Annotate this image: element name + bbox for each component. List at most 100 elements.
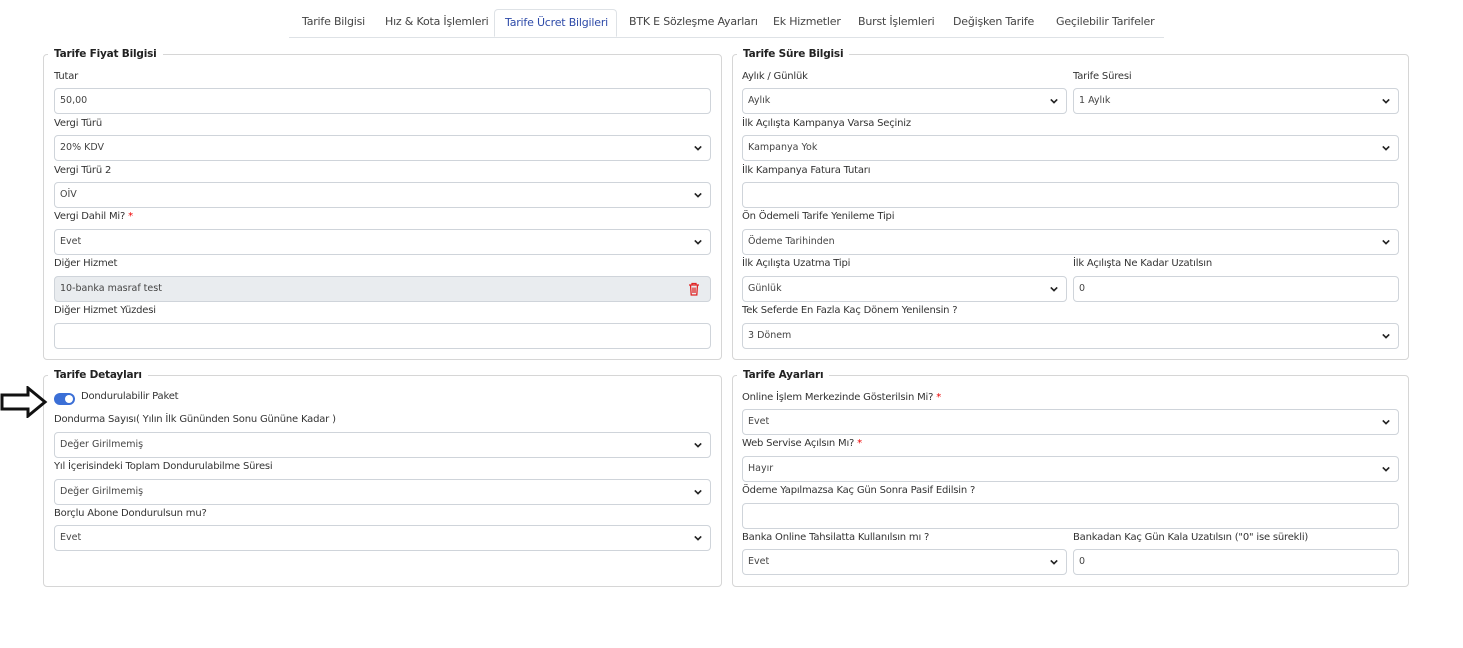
tab-degisken[interactable]: Değişken Tarife [943,9,1044,37]
uzatma-tipi-select[interactable]: Günlük [742,276,1067,302]
tutar-label: Tutar [54,71,79,82]
toggle-knob [65,395,73,403]
dondurma-sayisi-value: Değer Girilmemiş [60,439,144,450]
diger-hizmet-value: 10-banka masraf test [60,283,162,294]
bankadan-gun-input[interactable]: 0 [1073,549,1399,575]
web-servis-value: Hayır [748,463,774,474]
dondurma-sayisi-label: Dondurma Sayısı( Yılın İlk Gününden Sonu… [54,414,336,425]
chevron-down-icon [1382,419,1390,425]
online-value: Evet [748,416,770,427]
vergi-turu-value: 20% KDV [60,142,105,153]
diger-hizmet-field: 10-banka masraf test [54,276,711,302]
vergi-turu2-value: OİV [60,189,77,200]
aylik-gunluk-label: Aylık / Günlük [742,71,808,82]
banka-online-label: Banka Online Tahsilatta Kullanılsın mı ? [742,532,930,543]
tarife-ayarlar-legend: Tarife Ayarları [743,369,824,381]
chevron-down-icon [694,192,702,198]
donem-select[interactable]: 3 Dönem [742,323,1399,349]
toplam-sure-value: Değer Girilmemiş [60,486,144,497]
kampanya-fatura-label: İlk Kampanya Fatura Tutarı [742,165,871,176]
required-mark: * [857,438,862,449]
online-label-text: Online İşlem Merkezinde Gösterilsin Mi? [742,392,934,403]
uzatma-kadar-value: 0 [1079,283,1086,294]
yenileme-tipi-select[interactable]: Ödeme Tarihinden [742,229,1399,255]
vergi-dahil-value: Evet [60,236,82,247]
tarife-fiyat-legend: Tarife Fiyat Bilgisi [54,48,157,60]
required-mark: * [128,211,133,222]
web-servis-select[interactable]: Hayır [742,456,1399,482]
uzatma-kadar-label: İlk Açılışta Ne Kadar Uzatılsın [1073,258,1213,269]
chevron-down-icon [1050,98,1058,104]
vergi-turu-select[interactable]: 20% KDV [54,135,711,161]
tarife-detay-legend: Tarife Detayları [54,369,142,381]
chevron-down-icon [1382,145,1390,151]
donem-label: Tek Seferde En Fazla Kaç Dönem Yenilensi… [742,305,958,316]
tab-tarife-ucret[interactable]: Tarife Ücret Bilgileri [494,9,617,37]
chevron-down-icon [1050,286,1058,292]
toplam-sure-select[interactable]: Değer Girilmemiş [54,479,711,505]
tab-ek-hizmetler[interactable]: Ek Hizmetler [763,9,851,37]
tarife-suresi-value: 1 Aylık [1079,95,1111,106]
diger-yuzde-input[interactable] [54,323,711,349]
tab-burst[interactable]: Burst İşlemleri [848,9,945,37]
chevron-down-icon [1382,239,1390,245]
banka-online-value: Evet [748,556,770,567]
online-label: Online İşlem Merkezinde Gösterilsin Mi? … [742,392,941,403]
vergi-turu2-label: Vergi Türü 2 [54,165,112,176]
chevron-down-icon [694,239,702,245]
diger-yuzde-label: Diğer Hizmet Yüzdesi [54,305,156,316]
aylik-gunluk-select[interactable]: Aylık [742,88,1067,114]
aylik-gunluk-value: Aylık [748,95,771,106]
chevron-down-icon [1382,333,1390,339]
tab-tarife-bilgisi[interactable]: Tarife Bilgisi [292,9,375,37]
web-servis-label: Web Servise Açılsın Mı? * [742,438,862,449]
yenileme-tipi-label: Ön Ödemeli Tarife Yenileme Tipi [742,211,895,222]
chevron-down-icon [694,145,702,151]
tab-btk-sozlesme[interactable]: BTK E Sözleşme Ayarları [619,9,768,37]
odeme-pasif-label: Ödeme Yapılmazsa Kaç Gün Sonra Pasif Edi… [742,485,976,496]
vergi-turu-label: Vergi Türü [54,118,102,129]
donem-value: 3 Dönem [748,330,792,341]
diger-hizmet-label: Diğer Hizmet [54,258,118,269]
toplam-sure-label: Yıl İçerisindeki Toplam Dondurulabilme S… [54,461,273,472]
online-select[interactable]: Evet [742,409,1399,435]
chevron-down-icon [1382,98,1390,104]
odeme-pasif-input[interactable] [742,503,1399,529]
tarife-suresi-label: Tarife Süresi [1073,71,1132,82]
borclu-value: Evet [60,532,82,543]
kampanya-fatura-input[interactable] [742,182,1399,208]
uzatma-tipi-value: Günlük [748,283,782,294]
chevron-down-icon [694,442,702,448]
trash-icon[interactable] [688,282,700,296]
chevron-down-icon [1050,559,1058,565]
chevron-down-icon [1382,466,1390,472]
dondurma-sayisi-select[interactable]: Değer Girilmemiş [54,432,711,458]
kampanya-select[interactable]: Kampanya Yok [742,135,1399,161]
vergi-dahil-select[interactable]: Evet [54,229,711,255]
tab-gecilebilir[interactable]: Geçilebilir Tarifeler [1046,9,1164,37]
kampanya-value: Kampanya Yok [748,142,818,153]
tarife-suresi-select[interactable]: 1 Aylık [1073,88,1399,114]
arrow-right-icon [0,386,48,418]
bankadan-gun-label: Bankadan Kaç Gün Kala Uzatılsın ("0" ise… [1073,532,1309,543]
vergi-dahil-label-text: Vergi Dahil Mi? [54,211,126,222]
vergi-dahil-label: Vergi Dahil Mi? * [54,211,133,222]
banka-online-select[interactable]: Evet [742,549,1067,575]
chevron-down-icon [694,489,702,495]
tab-bar: Tarife Bilgisi Hız & Kota İşlemleri Tari… [289,9,1164,38]
borclu-select[interactable]: Evet [54,525,711,551]
tab-hiz-kota[interactable]: Hız & Kota İşlemleri [375,9,499,37]
chevron-down-icon [694,535,702,541]
vergi-turu2-select[interactable]: OİV [54,182,711,208]
borclu-label: Borçlu Abone Dondurulsun mu? [54,508,207,519]
dondurulabilir-toggle[interactable] [54,393,75,405]
bankadan-gun-value: 0 [1079,556,1086,567]
uzatma-kadar-input[interactable]: 0 [1073,276,1399,302]
tutar-value: 50,00 [60,95,88,106]
required-mark: * [936,392,942,403]
web-servis-label-text: Web Servise Açılsın Mı? [742,438,855,449]
uzatma-tipi-label: İlk Açılışta Uzatma Tipi [742,258,851,269]
yenileme-tipi-value: Ödeme Tarihinden [748,236,835,247]
tutar-input[interactable]: 50,00 [54,88,711,114]
kampanya-label: İlk Açılışta Kampanya Varsa Seçiniz [742,118,911,129]
